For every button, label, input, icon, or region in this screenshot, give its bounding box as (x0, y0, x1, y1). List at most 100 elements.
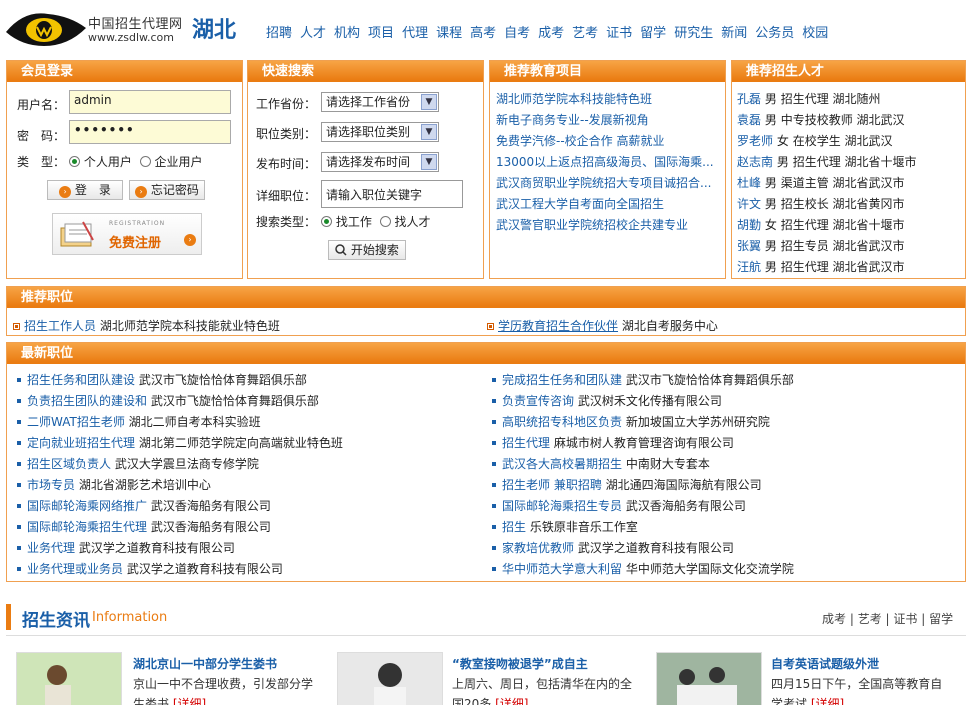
job-link[interactable]: 家教培优教师 (502, 541, 574, 555)
job-link[interactable]: 完成招生任务和团队建 (502, 373, 622, 387)
job-org: 湖北第二师范学院定向高端就业特色班 (138, 436, 343, 450)
job-row: 高职统招专科地区负责 新加坡国立大学苏州研究院 (492, 412, 794, 433)
nav-item[interactable]: 自考 (504, 26, 530, 41)
job-link[interactable]: 武汉各大高校暑期招生 (502, 457, 622, 471)
talent-location: 湖北省十堰市 (844, 155, 917, 169)
time-select[interactable]: 请选择发布时间 ▼ (321, 152, 439, 172)
job-link[interactable]: 市场专员 (27, 478, 75, 492)
job-link[interactable]: 招生 (502, 520, 526, 534)
nav-item[interactable]: 证书 (606, 26, 632, 41)
job-org: 乐铁原非音乐工作室 (529, 520, 638, 534)
bullet-icon (492, 546, 496, 550)
nav-item[interactable]: 留学 (640, 26, 666, 41)
edu-project-link[interactable]: 武汉警官职业学院统招校企共建专业 (496, 215, 714, 236)
job-link[interactable]: 国际邮轮海乘网络推广 (27, 499, 147, 513)
job-link[interactable]: 二师WAT招生老师 (27, 415, 125, 429)
radio-company[interactable] (139, 156, 151, 167)
nav-item[interactable]: 研究生 (674, 26, 713, 41)
talent-name[interactable]: 袁磊 (737, 113, 761, 127)
job-link[interactable]: 国际邮轮海乘招生专员 (502, 499, 622, 513)
nav-item[interactable]: 公务员 (755, 26, 794, 41)
job-org: 武汉学之道教育科技有限公司 (78, 541, 235, 555)
talent-gender: 男 (764, 197, 777, 211)
news-item-title[interactable]: 湖北京山一中部分学生娄书 (133, 655, 277, 672)
news-tab[interactable]: 留学 (929, 612, 953, 626)
category-select[interactable]: 请选择职位类别 ▼ (321, 122, 439, 142)
radio-personal[interactable] (69, 156, 80, 167)
register-button[interactable]: REGISTRATION 免费注册 › (52, 213, 202, 255)
edu-project-link[interactable]: 武汉工程大学自考面向全国招生 (496, 194, 714, 215)
nav-item[interactable]: 课程 (436, 26, 462, 41)
job-link[interactable]: 招生代理 (502, 436, 550, 450)
forgot-password-button[interactable]: › 忘记密码 (129, 180, 205, 200)
nav-item[interactable]: 成考 (538, 26, 564, 41)
news-detail-link[interactable]: [详细] (173, 697, 206, 705)
job-link[interactable]: 招生老师 兼职招聘 (502, 478, 602, 492)
edu-project-link[interactable]: 新电子商务专业--发展新视角 (496, 110, 714, 131)
job-link[interactable]: 华中师范大学意大利留 (502, 562, 622, 576)
edu-project-link[interactable]: 13000以上返点招高级海员、国际海乘... (496, 152, 714, 173)
talent-name[interactable]: 汪航 (737, 260, 761, 274)
nav-item[interactable]: 机构 (334, 26, 360, 41)
nav-item[interactable]: 人才 (300, 26, 326, 41)
news-detail-link[interactable]: [详细] (495, 697, 528, 705)
news-thumbnail[interactable] (337, 652, 443, 705)
talent-role: 渠道主管 (780, 176, 829, 190)
province-select[interactable]: 请选择工作省份 ▼ (321, 92, 439, 112)
radio-find-job[interactable] (321, 216, 332, 227)
username-input[interactable]: admin (69, 90, 231, 114)
job-link[interactable]: 业务代理 (27, 541, 75, 555)
talents-panel: 推荐招生人才 孔磊 男 招生代理 湖北随州 袁磊 男 中专技校教师 湖北武汉 罗… (731, 60, 966, 279)
news-tab[interactable]: 艺考 (858, 612, 882, 626)
talent-name[interactable]: 胡勤 (737, 218, 761, 232)
news-item-title[interactable]: “教室接吻被退学”成自主 (452, 655, 588, 672)
news-thumbnail[interactable] (16, 652, 122, 705)
nav-item[interactable]: 高考 (470, 26, 496, 41)
bullet-icon (17, 546, 21, 550)
arrow-icon: › (59, 186, 72, 198)
nav-item[interactable]: 项目 (368, 26, 394, 41)
talent-name[interactable]: 赵志南 (737, 155, 773, 169)
news-tab[interactable]: 证书 (893, 612, 917, 626)
news-thumbnail[interactable] (656, 652, 762, 705)
job-org: 武汉香海船务有限公司 (150, 520, 271, 534)
job-link[interactable]: 高职统招专科地区负责 (502, 415, 622, 429)
chevron-down-icon: ▼ (421, 154, 437, 170)
edu-project-link[interactable]: 湖北师范学院本科技能特色班 (496, 89, 714, 110)
login-button[interactable]: › 登 录 (47, 180, 123, 200)
job-link[interactable]: 学历教育招生合作伙伴 (498, 319, 618, 333)
search-button[interactable]: 开始搜索 (328, 240, 406, 260)
edu-project-link[interactable]: 武汉商贸职业学院统招大专项目诚招合... (496, 173, 714, 194)
bullet-icon (17, 378, 21, 382)
nav-item[interactable]: 艺考 (572, 26, 598, 41)
radio-find-talent[interactable] (379, 216, 391, 227)
job-org: 武汉香海船务有限公司 (625, 499, 746, 513)
password-input[interactable]: ••••••• (69, 120, 231, 144)
bullet-icon (17, 420, 21, 424)
nav-item[interactable]: 招聘 (266, 26, 292, 41)
job-link[interactable]: 定向就业班招生代理 (27, 436, 135, 450)
news-detail-link[interactable]: [详细] (811, 697, 844, 705)
talent-gender: 男 (764, 176, 777, 190)
news-item-title[interactable]: 自考英语试题级外泄 (771, 655, 879, 672)
job-link[interactable]: 招生任务和团队建设 (27, 373, 135, 387)
talent-name[interactable]: 杜峰 (737, 176, 761, 190)
login-title: 会员登录 (7, 61, 242, 82)
talent-name[interactable]: 张翼 (737, 239, 761, 253)
edu-project-link[interactable]: 免费学汽修--校企合作 高薪就业 (496, 131, 714, 152)
job-link[interactable]: 国际邮轮海乘招生代理 (27, 520, 147, 534)
job-link[interactable]: 业务代理或业务员 (27, 562, 123, 576)
talent-name[interactable]: 许文 (737, 197, 761, 211)
talent-name[interactable]: 罗老师 (737, 134, 773, 148)
job-link[interactable]: 负责招生团队的建设和 (27, 394, 147, 408)
nav-item[interactable]: 代理 (402, 26, 428, 41)
nav-item[interactable]: 校园 (802, 26, 828, 41)
job-link[interactable]: 招生区域负责人 (27, 457, 111, 471)
bullet-icon (492, 504, 496, 508)
nav-item[interactable]: 新闻 (721, 26, 747, 41)
news-tab[interactable]: 成考 (822, 612, 846, 626)
job-link[interactable]: 负责宣传咨询 (502, 394, 574, 408)
job-link[interactable]: 招生工作人员 (24, 319, 96, 333)
talent-name[interactable]: 孔磊 (737, 92, 761, 106)
job-keyword-input[interactable]: 请输入职位关键字 (321, 180, 463, 208)
